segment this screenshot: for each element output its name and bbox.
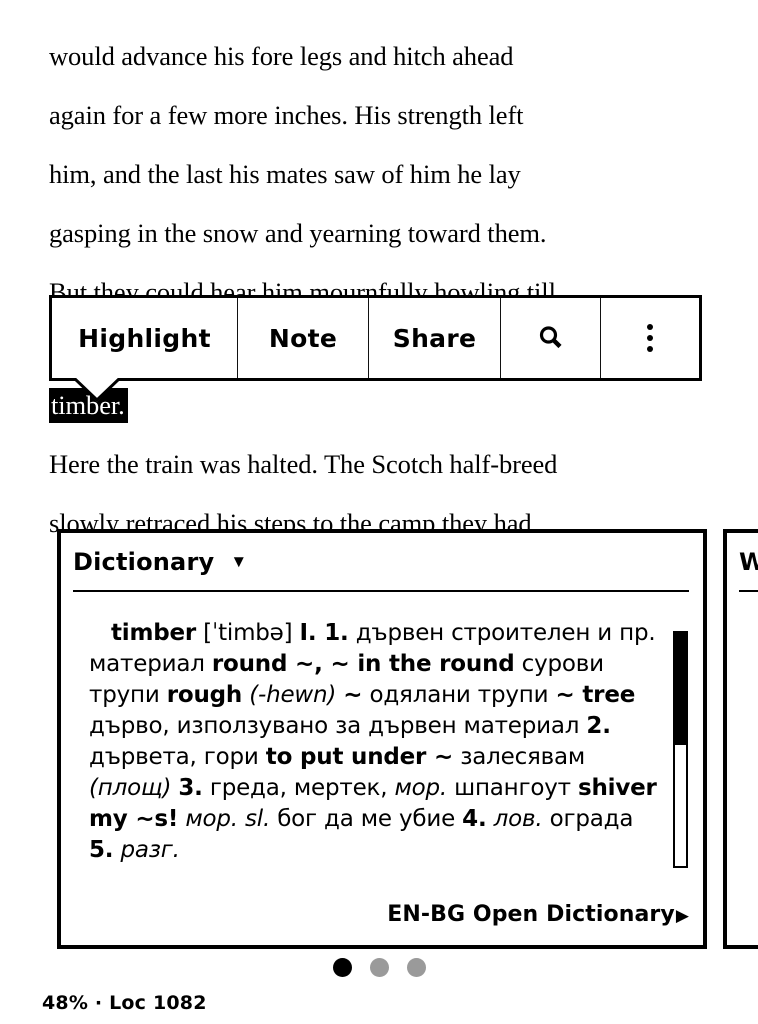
- pager-dot-1[interactable]: [332, 958, 352, 977]
- dictionary-title: Dictionary: [73, 547, 215, 576]
- book-text-line: gasping in the snow and yearning toward …: [49, 218, 547, 248]
- wikipedia-header-divider: [739, 590, 758, 592]
- dictionary-body: timber [ˈtimbə] I. 1. дървен строителен …: [61, 592, 703, 877]
- more-vertical-icon: [647, 323, 653, 353]
- note-button[interactable]: Note: [238, 298, 369, 378]
- selection-toolbar: Highlight Note Share: [49, 295, 702, 381]
- search-icon: [536, 323, 566, 353]
- dictionary-scrollbar-thumb[interactable]: [675, 633, 686, 745]
- chevron-right-icon: ▶: [675, 905, 689, 926]
- book-text-line: would advance his fore legs and hitch ah…: [49, 41, 514, 71]
- wikipedia-panel[interactable]: W: [723, 529, 758, 949]
- highlight-button[interactable]: Highlight: [52, 298, 238, 378]
- search-button[interactable]: [501, 298, 601, 378]
- reader-status: 48% · Loc 1082: [42, 992, 207, 1014]
- toolbar-pointer-tail: [74, 378, 120, 402]
- chevron-down-icon[interactable]: ▼: [230, 553, 247, 570]
- wikipedia-header: W: [727, 533, 758, 590]
- panel-pager: [0, 958, 758, 977]
- more-options-button[interactable]: [601, 298, 699, 378]
- pager-dot-2[interactable]: [369, 958, 389, 977]
- dictionary-panel: Dictionary ▼ timber [ˈtimbə] I. 1. дърве…: [57, 529, 707, 949]
- wikipedia-title: W: [739, 547, 758, 576]
- dictionary-source-button[interactable]: EN-BG Open Dictionary▶: [387, 902, 689, 927]
- selected-word-line: timber.: [49, 388, 749, 423]
- dictionary-header[interactable]: Dictionary ▼: [61, 533, 703, 590]
- book-text-line: again for a few more inches. His strengt…: [49, 100, 524, 130]
- dictionary-source-label: EN-BG Open Dictionary: [387, 901, 675, 927]
- book-text-line: Here the train was halted. The Scotch ha…: [49, 449, 558, 479]
- pager-dot-3[interactable]: [406, 958, 426, 977]
- book-text-line: him, and the last his mates saw of him h…: [49, 159, 521, 189]
- share-button-label: Share: [392, 323, 477, 353]
- dictionary-scrollbar[interactable]: [673, 631, 688, 868]
- highlight-button-label: Highlight: [78, 323, 211, 353]
- dictionary-entry-text: timber [ˈtimbə] I. 1. дървен строителен …: [89, 620, 657, 863]
- note-button-label: Note: [268, 323, 338, 353]
- dictionary-footer: EN-BG Open Dictionary▶: [61, 883, 703, 945]
- share-button[interactable]: Share: [369, 298, 501, 378]
